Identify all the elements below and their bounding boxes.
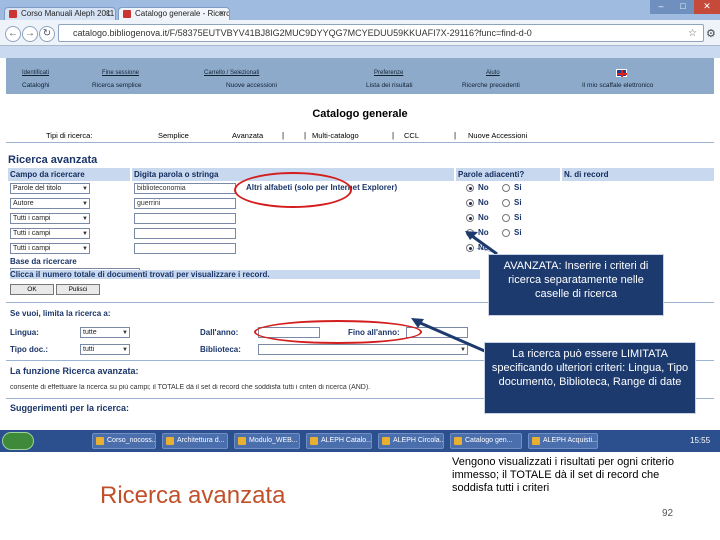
taskbar-item[interactable]: ALEPH Acquisti... <box>528 433 598 449</box>
taskbar-item[interactable]: Corso_nocoss... <box>92 433 156 449</box>
taskbar-item[interactable]: Modulo_WEB... <box>234 433 300 449</box>
start-button[interactable] <box>2 432 34 450</box>
pointer-line-avanzata <box>471 234 498 256</box>
slide-title: Ricerca avanzata <box>100 482 286 509</box>
slide-number: 92 <box>662 508 674 519</box>
callout-avanzata: AVANZATA: Inserire i criteri di ricerca … <box>488 254 664 316</box>
taskbar-item[interactable]: Catalogo gen... <box>450 433 522 449</box>
taskbar-item[interactable]: ALEPH Catalo... <box>306 433 372 449</box>
taskbar-item[interactable]: Architettura d... <box>162 433 228 449</box>
taskbar-item[interactable]: ALEPH Circola... <box>378 433 444 449</box>
callout-limitata: La ricerca può essere LIMITATA specifica… <box>484 342 696 414</box>
taskbar-clock: 15:55 <box>690 436 711 445</box>
pointer-line-limitata <box>417 320 488 354</box>
slide-note: Vengono visualizzati i risultati per ogn… <box>452 456 674 494</box>
